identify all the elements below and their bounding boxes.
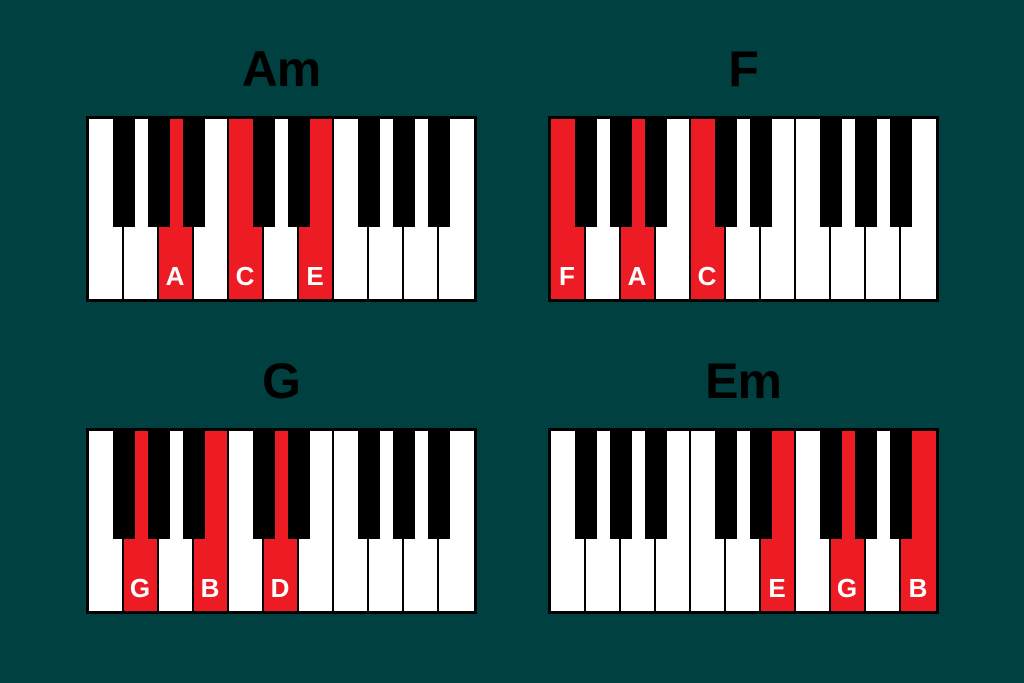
white-key-d <box>264 119 299 299</box>
white-key-a <box>866 119 901 299</box>
white-key-f <box>334 431 369 611</box>
keyboard: GBD <box>86 428 477 614</box>
white-key-e: E <box>299 119 334 299</box>
white-key-c <box>229 431 264 611</box>
white-key-b <box>439 119 474 299</box>
white-key-a <box>866 431 901 611</box>
white-key-e <box>299 431 334 611</box>
white-key-d <box>726 119 761 299</box>
white-key-g <box>124 119 159 299</box>
note-label: B <box>201 575 220 601</box>
note-label: G <box>130 575 150 601</box>
keyboard: ACE <box>86 116 477 302</box>
white-key-c: C <box>229 119 264 299</box>
white-key-f <box>334 119 369 299</box>
white-key-b <box>439 431 474 611</box>
white-key-d <box>726 431 761 611</box>
white-key-a <box>404 431 439 611</box>
white-key-a: A <box>159 119 194 299</box>
note-label: C <box>236 263 255 289</box>
white-key-f <box>551 431 586 611</box>
white-keys-row: FAC <box>551 119 936 299</box>
white-key-d: D <box>264 431 299 611</box>
white-key-e <box>761 119 796 299</box>
white-key-f <box>89 119 124 299</box>
white-key-b <box>656 119 691 299</box>
white-key-f <box>89 431 124 611</box>
note-label: G <box>837 575 857 601</box>
white-key-g <box>586 119 621 299</box>
note-label: A <box>628 263 647 289</box>
white-keys-row: GBD <box>89 431 474 611</box>
chord-name: Am <box>242 40 321 98</box>
white-key-b <box>901 119 936 299</box>
white-key-a <box>404 119 439 299</box>
chord-name: Em <box>705 352 781 410</box>
white-key-g <box>586 431 621 611</box>
white-key-b <box>656 431 691 611</box>
note-label: E <box>306 263 323 289</box>
white-key-g <box>369 119 404 299</box>
chord-panel-em: Em E G B <box>532 352 954 624</box>
keyboard: FAC <box>548 116 939 302</box>
white-key-c <box>691 431 726 611</box>
note-label: D <box>271 575 290 601</box>
white-keys-row: EGB <box>551 431 936 611</box>
note-label: E <box>768 575 785 601</box>
white-key-g <box>831 119 866 299</box>
note-label: C <box>698 263 717 289</box>
note-label: F <box>559 263 575 289</box>
white-key-f: F <box>551 119 586 299</box>
white-key-b: B <box>194 431 229 611</box>
white-key-a: A <box>621 119 656 299</box>
white-key-g: G <box>831 431 866 611</box>
chord-panel-am: Am A C E <box>70 40 492 312</box>
white-key-e: E <box>761 431 796 611</box>
white-key-g <box>369 431 404 611</box>
chord-name: G <box>262 352 300 410</box>
white-key-b: B <box>901 431 936 611</box>
white-keys-row: ACE <box>89 119 474 299</box>
note-label: B <box>909 575 928 601</box>
keyboard: EGB <box>548 428 939 614</box>
white-key-f <box>796 119 831 299</box>
white-key-g: G <box>124 431 159 611</box>
white-key-a <box>621 431 656 611</box>
note-label: A <box>166 263 185 289</box>
chord-name: F <box>728 40 758 98</box>
white-key-f <box>796 431 831 611</box>
white-key-c: C <box>691 119 726 299</box>
chord-panel-f: F F A C <box>532 40 954 312</box>
chord-panel-g: G G B D <box>70 352 492 624</box>
white-key-b <box>194 119 229 299</box>
chord-diagram-grid: Am A C E F F A C G G B D Em E G B <box>0 0 1024 683</box>
white-key-a <box>159 431 194 611</box>
